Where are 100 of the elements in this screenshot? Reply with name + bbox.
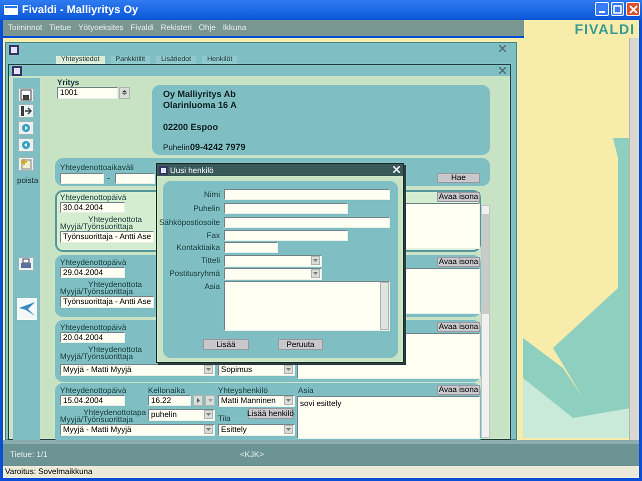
toolbar-button[interactable] (18, 104, 34, 118)
caret-icon[interactable] (284, 365, 293, 374)
field-label: Yhteydenottopäivä (60, 193, 126, 202)
field-label: Yhteydenottota (88, 345, 142, 354)
close-icon (393, 166, 400, 173)
dialog-button[interactable]: Peruuta (278, 339, 323, 350)
add-person-button[interactable]: Lisää henkilö (248, 408, 293, 419)
start-date-field[interactable] (60, 173, 104, 184)
dropdown-arrow-icon (286, 368, 291, 371)
window-title: Fivaldi - Malliyritys Oy (22, 2, 138, 18)
dropdown-field[interactable]: Matti Manninen (218, 395, 295, 407)
field-label: Yhteyshenkilö (218, 386, 268, 395)
field-label: Yritys (57, 78, 80, 87)
dropdown-field[interactable] (224, 268, 322, 280)
toolbar-button[interactable] (18, 88, 34, 102)
minimize-icon (598, 11, 605, 13)
dialog-title: Uusi henkilö (170, 166, 214, 174)
field-label: Yhteydenottoaikaväli (60, 163, 134, 172)
company-phone: 09-4242 7979 (190, 142, 246, 152)
dropdown-field[interactable] (224, 255, 322, 267)
field-label: Myyjä/Työnsuorittaja (60, 222, 133, 231)
text-field[interactable] (224, 189, 390, 200)
date-field[interactable]: 30.04.2004 (60, 202, 125, 213)
delete-label[interactable]: poista (17, 176, 38, 185)
save-icon (20, 89, 32, 101)
time-field[interactable]: 16.22 (148, 395, 191, 406)
dropdown-field[interactable]: Esittely (218, 424, 295, 436)
text-field[interactable] (224, 230, 348, 241)
form-icon (159, 166, 168, 174)
end-date-field[interactable] (115, 173, 155, 184)
dropdown-arrow-icon (313, 272, 318, 275)
form-icon (12, 66, 22, 76)
close-icon (628, 4, 638, 14)
field-label: Tila (218, 414, 231, 423)
dropdown-field[interactable]: Työnsuorittaja - Antti Ase (60, 231, 154, 243)
field-label: Yhteydenottopäivä (60, 386, 126, 395)
field-label: Kellonaika (148, 386, 185, 395)
expand-button[interactable]: Avaa isona (437, 257, 480, 267)
dialog-button[interactable]: Lisää (203, 339, 249, 350)
caret-icon[interactable] (204, 365, 213, 374)
time-up-button[interactable] (193, 395, 203, 406)
dropdown-arrow-icon (286, 399, 291, 402)
field-label: Sähköpostiosoite (158, 218, 220, 227)
scrollbar[interactable] (629, 38, 639, 440)
range-separator: - (107, 173, 110, 183)
field-label: Fax (206, 231, 220, 240)
lookup-button[interactable] (119, 87, 130, 99)
dropdown-arrow-icon (206, 368, 211, 371)
dropdown-field[interactable]: Työnsuorittaja - Antti Ase (60, 296, 154, 308)
maximize-icon (613, 4, 622, 14)
search-button[interactable]: Hae (437, 173, 480, 183)
field-label: Puhelin (192, 204, 220, 213)
scrollbar[interactable] (380, 282, 389, 330)
close-icon (499, 45, 506, 52)
text-field[interactable] (224, 203, 348, 214)
caret-icon[interactable] (311, 269, 320, 278)
dropdown-field[interactable]: puhelin (148, 409, 215, 421)
caret-icon[interactable] (311, 256, 320, 265)
expand-button[interactable]: Avaa isona (437, 385, 480, 395)
caret-icon[interactable] (204, 410, 213, 419)
date-field[interactable]: 15.04.2004 (60, 395, 125, 406)
next-icon (20, 122, 32, 134)
time-down-button[interactable] (205, 395, 215, 406)
mode-indicator: <KJK> (240, 449, 264, 461)
status-message: Varoitus: Sovelmaikkuna (5, 466, 92, 478)
close-button[interactable] (626, 2, 640, 16)
company-number-field[interactable]: 1001 (57, 87, 118, 99)
date-field[interactable]: 29.04.2004 (60, 267, 125, 278)
caret-icon[interactable] (204, 425, 213, 434)
add-icon (20, 158, 32, 170)
exit-icon (20, 105, 32, 117)
caret-icon[interactable] (284, 425, 293, 434)
date-field[interactable]: 20.04.2004 (60, 332, 125, 343)
field-label: Yhteydenottopäivä (60, 258, 126, 267)
maximize-button[interactable] (610, 2, 624, 16)
scrollbar[interactable] (481, 205, 490, 438)
spinner-icon (122, 90, 127, 96)
window-app-icon (4, 5, 18, 15)
caret-icon[interactable] (284, 396, 293, 405)
field-label: Yhteydenottopäivä (60, 323, 126, 332)
field-label: Myyjä/Työnsuorittaja (60, 352, 133, 361)
dropdown-arrow-icon (313, 259, 318, 262)
dropdown-field[interactable]: Myyjä - Matti Myyjä (60, 424, 215, 436)
subject-textarea[interactable]: sovi esittely (297, 396, 480, 439)
minimize-button[interactable] (595, 2, 609, 16)
company-address: Olarinluoma 16 A (163, 100, 237, 110)
company-postal-address: 02200 Espoo (163, 122, 218, 132)
toolbar-button[interactable] (18, 257, 34, 271)
field-label: Titteli (200, 256, 220, 265)
text-field[interactable] (224, 242, 278, 253)
expand-button[interactable]: Avaa isona (437, 322, 480, 332)
printer-icon (20, 258, 32, 270)
right-arrow-icon (196, 398, 200, 403)
expand-button[interactable]: Avaa isona (437, 192, 480, 202)
logo-button[interactable] (17, 298, 37, 320)
dropdown-field[interactable]: Myyjä - Matti Myyjä (60, 364, 215, 376)
dropdown-arrow-icon (208, 399, 212, 402)
text-field[interactable] (224, 217, 390, 228)
textarea[interactable] (224, 281, 390, 331)
field-label: Nimi (203, 190, 220, 199)
